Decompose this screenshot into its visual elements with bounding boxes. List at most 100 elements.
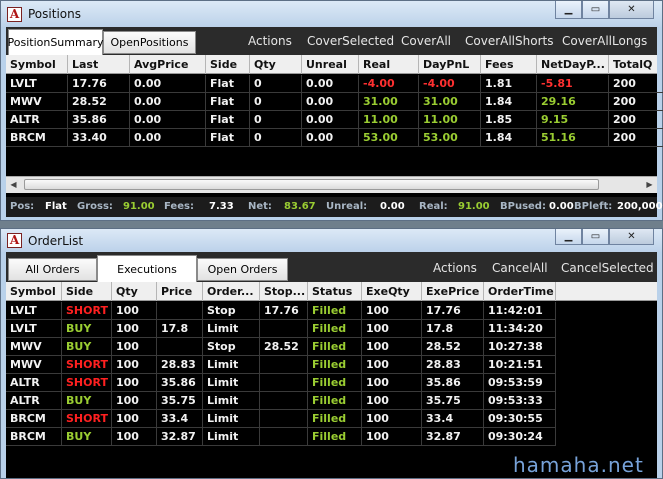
- column-header[interactable]: Fees: [481, 55, 537, 74]
- table-cell: [260, 392, 308, 410]
- orderlist-titlebar[interactable]: A OrderList ▁ ▭ ✕: [1, 229, 662, 252]
- column-header[interactable]: Side: [62, 282, 112, 301]
- close-button[interactable]: ✕: [609, 1, 654, 19]
- table-cell: 10:21:51: [484, 356, 556, 374]
- table-row[interactable]: LVLT 17.76 0.00 Flat 0 0.00 -4.00 -4.00 1.81 -5.8…: [6, 75, 663, 93]
- table-cell: LVLT: [6, 320, 62, 338]
- table-cell: [157, 338, 203, 356]
- table-cell: 32.87: [422, 428, 484, 446]
- table-row[interactable]: ALTR BUY 100 35.75 Limit Filled 100 35.75 09:53:…: [6, 392, 556, 410]
- actions-menu[interactable]: Actions: [248, 34, 292, 48]
- actions-menu[interactable]: Actions: [433, 261, 477, 275]
- tab-all-orders[interactable]: All Orders: [8, 258, 97, 281]
- tab-position-summary[interactable]: PositionSummary: [8, 29, 104, 55]
- table-row[interactable]: MWV SHORT 100 28.83 Limit Filled 100 28.83 10:21…: [6, 356, 556, 374]
- table-cell: LVLT: [6, 75, 68, 93]
- column-header[interactable]: Unreal: [302, 55, 359, 74]
- table-row[interactable]: BRCM SHORT 100 33.4 Limit Filled 100 33.4 09:30:…: [6, 410, 556, 428]
- column-header[interactable]: Real: [359, 55, 419, 74]
- table-row[interactable]: LVLT SHORT 100 Stop 17.76 Filled 100 17.76 11:42…: [6, 302, 556, 320]
- minimize-button[interactable]: ▁: [555, 1, 582, 19]
- table-cell: Flat: [206, 93, 250, 111]
- table-cell: 0.00: [130, 75, 206, 93]
- cover-all-longs-button[interactable]: CoverAllLongs: [562, 34, 647, 48]
- column-header[interactable]: DayPnL: [419, 55, 481, 74]
- tab-executions[interactable]: Executions: [97, 255, 197, 282]
- table-cell: -4.00: [419, 75, 481, 93]
- column-header[interactable]: OrderTime: [484, 282, 556, 301]
- column-header[interactable]: Qty: [112, 282, 157, 301]
- orderlist-grid-header: Symbol Side Qty Price Order... Stop... Status E…: [6, 282, 657, 301]
- minimize-icon: ▁: [564, 231, 573, 242]
- table-cell: 100: [112, 356, 157, 374]
- gross-value: 91.00: [123, 201, 155, 212]
- column-header[interactable]: Qty: [250, 55, 302, 74]
- column-header[interactable]: ExeQty: [362, 282, 422, 301]
- maximize-button[interactable]: ▭: [582, 1, 609, 19]
- table-cell: -4.00: [359, 75, 419, 93]
- scroll-left-icon[interactable]: ◀: [6, 177, 21, 193]
- cover-all-button[interactable]: CoverAll: [401, 34, 451, 48]
- table-row[interactable]: ALTR SHORT 100 35.86 Limit Filled 100 35.86 09:5…: [6, 374, 556, 392]
- column-header[interactable]: Side: [206, 55, 250, 74]
- table-cell: 09:30:24: [484, 428, 556, 446]
- tab-open-orders[interactable]: Open Orders: [197, 258, 288, 281]
- positions-statusbar: Pos: Flat Gross: 91.00 Fees: 7.33 Net: 8…: [6, 197, 663, 217]
- table-cell: Filled: [308, 428, 362, 446]
- column-header[interactable]: AvgPrice: [130, 55, 206, 74]
- table-cell: 1.81: [481, 75, 537, 93]
- bpleft-value: 200,000: [617, 201, 663, 212]
- positions-titlebar[interactable]: A Positions ▁ ▭ ✕: [1, 1, 662, 27]
- column-header[interactable]: Status: [308, 282, 362, 301]
- column-header[interactable]: Last: [68, 55, 130, 74]
- table-cell: 0: [250, 111, 302, 129]
- gross-label: Gross:: [77, 201, 113, 212]
- table-cell: 28.83: [422, 356, 484, 374]
- positions-tabbar: PositionSummary OpenPositions Actions Co…: [6, 27, 657, 55]
- table-row[interactable]: MWV 28.52 0.00 Flat 0 0.00 31.00 31.00 1.84 29.16…: [6, 93, 663, 111]
- close-icon: ✕: [627, 4, 636, 15]
- column-header[interactable]: NetDayP...: [537, 55, 609, 74]
- bpused-value: 0.00: [549, 201, 574, 212]
- tab-open-positions[interactable]: OpenPositions: [103, 31, 196, 54]
- column-header[interactable]: TotalQ: [609, 55, 663, 74]
- table-cell: 31.00: [359, 93, 419, 111]
- positions-window: A Positions ▁ ▭ ✕ PositionSummary OpenPo…: [0, 0, 663, 221]
- table-cell: [260, 410, 308, 428]
- table-cell: 11:34:20: [484, 320, 556, 338]
- cancel-selected-button[interactable]: CancelSelected: [561, 261, 654, 275]
- table-row[interactable]: LVLT BUY 100 17.8 Limit Filled 100 17.8 11:34:20: [6, 320, 556, 338]
- table-cell: 100: [362, 428, 422, 446]
- positions-hscrollbar[interactable]: ◀ ▶: [6, 176, 657, 193]
- column-header[interactable]: Symbol: [6, 55, 68, 74]
- bpused-label: BPused:: [500, 201, 546, 212]
- cancel-all-button[interactable]: CancelAll: [492, 261, 548, 275]
- table-cell: SHORT: [62, 410, 112, 428]
- table-cell: 09:53:33: [484, 392, 556, 410]
- table-cell: Filled: [308, 302, 362, 320]
- table-cell: ALTR: [6, 392, 62, 410]
- cover-all-shorts-button[interactable]: CoverAllShorts: [465, 34, 553, 48]
- unreal-value: 0.00: [380, 201, 405, 212]
- column-header[interactable]: Stop...: [260, 282, 308, 301]
- minimize-button[interactable]: ▁: [555, 229, 582, 245]
- table-row[interactable]: ALTR 35.86 0.00 Flat 0 0.00 11.00 11.00 1.85 9.15…: [6, 111, 663, 129]
- table-cell: 0.00: [130, 129, 206, 147]
- scroll-thumb[interactable]: [24, 179, 599, 190]
- table-row[interactable]: BRCM BUY 100 32.87 Limit Filled 100 32.87 09:30:…: [6, 428, 556, 446]
- table-cell: 17.76: [260, 302, 308, 320]
- cover-selected-button[interactable]: CoverSelected: [307, 34, 394, 48]
- column-header[interactable]: Symbol: [6, 282, 62, 301]
- scroll-right-icon[interactable]: ▶: [642, 177, 657, 193]
- column-header[interactable]: ExePrice: [422, 282, 484, 301]
- table-row[interactable]: BRCM 33.40 0.00 Flat 0 0.00 53.00 53.00 1.84 51.1…: [6, 129, 663, 147]
- table-cell: LVLT: [6, 302, 62, 320]
- table-row[interactable]: MWV BUY 100 Stop 28.52 Filled 100 28.52 10:27:38: [6, 338, 556, 356]
- table-cell: 100: [112, 320, 157, 338]
- column-header[interactable]: Price: [157, 282, 203, 301]
- close-button[interactable]: ✕: [609, 229, 654, 245]
- column-header[interactable]: Order...: [203, 282, 260, 301]
- maximize-button[interactable]: ▭: [582, 229, 609, 245]
- close-icon: ✕: [627, 231, 636, 242]
- table-cell: 0: [250, 75, 302, 93]
